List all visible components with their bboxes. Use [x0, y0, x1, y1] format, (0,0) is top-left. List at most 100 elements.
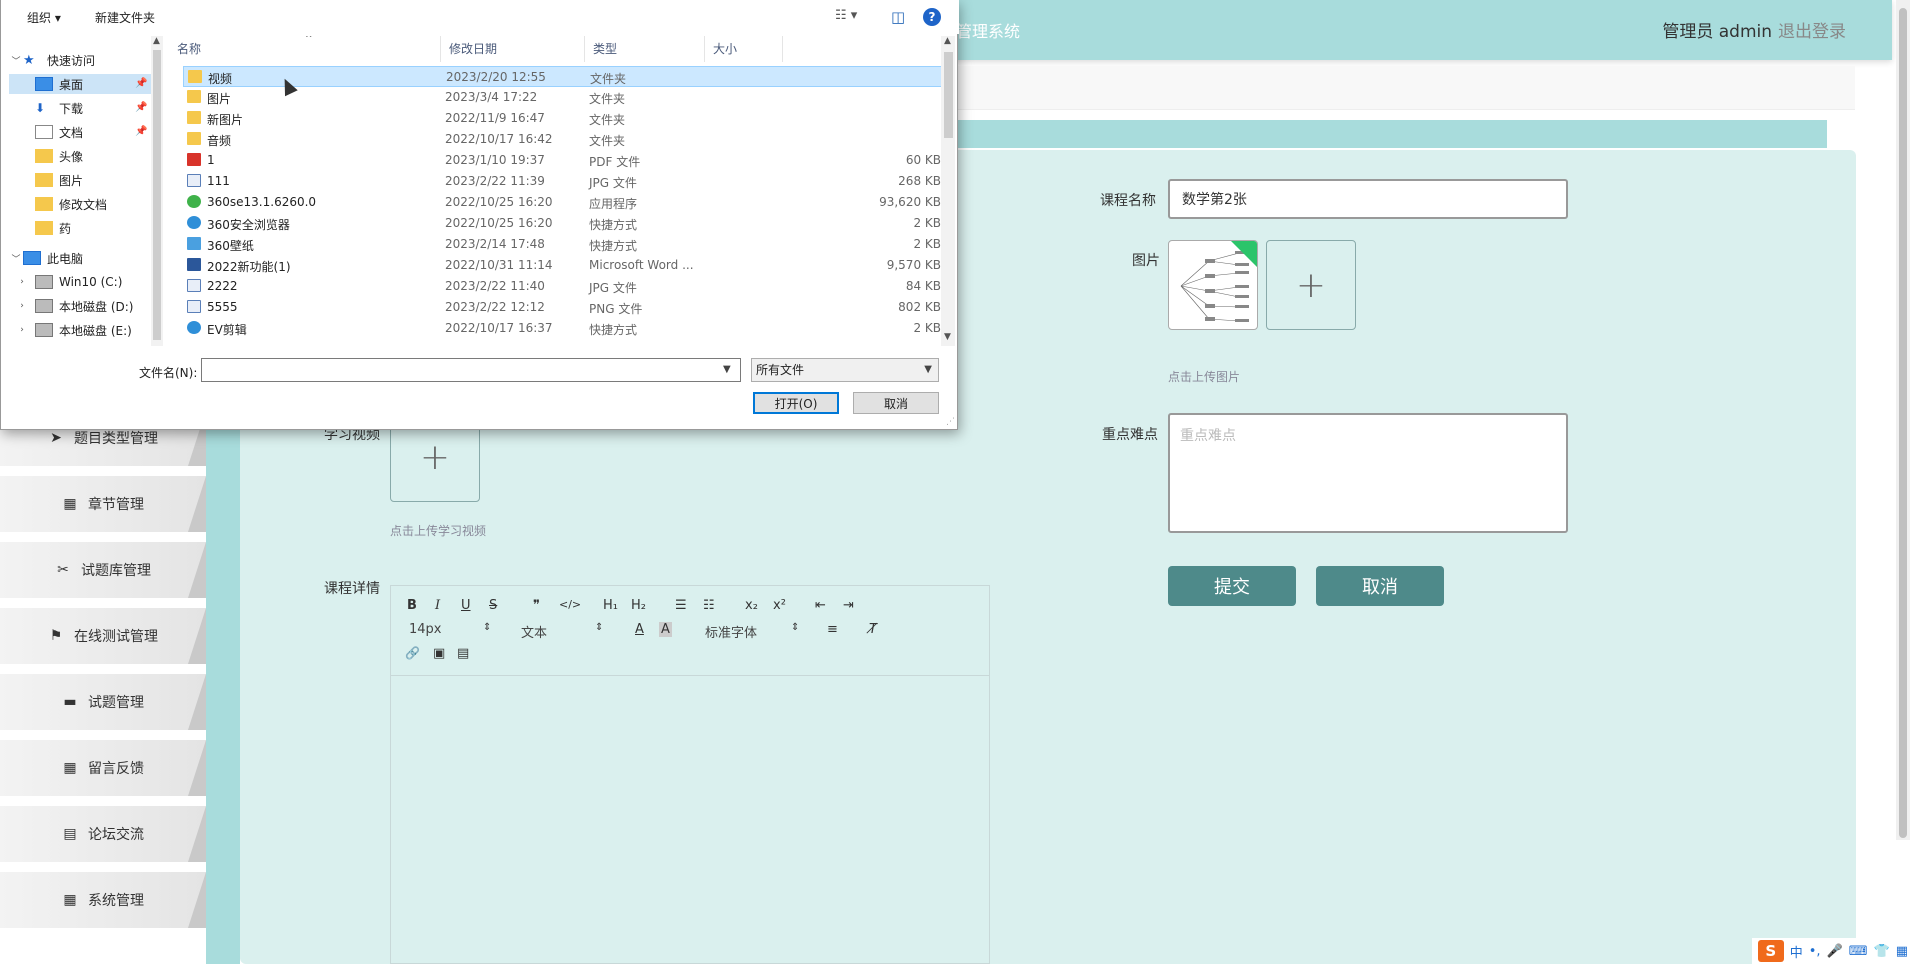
skin-icon[interactable]: 👕 — [1874, 944, 1890, 959]
link-button[interactable]: 🔗 — [405, 646, 420, 660]
keyboard-icon[interactable]: ⌨ — [1849, 944, 1868, 959]
file-row[interactable]: 5555 2023/2/22 12:12 PNG 文件 802 KB — [183, 297, 949, 318]
font-family-select[interactable]: 标准字体 — [705, 622, 757, 641]
blockquote-button[interactable]: ❞ — [533, 598, 540, 613]
bold-button[interactable]: B — [407, 598, 417, 613]
resize-grip-icon[interactable]: ⋰ — [946, 417, 955, 427]
rich-text-editor[interactable]: B I U S ❞ </> H₁ H₂ ☰ ☷ x₂ x² ⇤ ⇥ 14px ⇕… — [390, 585, 990, 964]
column-size[interactable]: 大小 — [705, 36, 783, 62]
chevron-right-icon[interactable]: › — [9, 301, 35, 311]
chevron-down-icon[interactable]: ﹀ — [9, 252, 23, 265]
organize-button[interactable]: 组织 ▾ — [27, 9, 61, 26]
h2-button[interactable]: H₂ — [631, 598, 646, 613]
file-row[interactable]: EV剪辑 2022/10/17 16:37 快捷方式 2 KB — [183, 318, 949, 339]
file-row[interactable]: 360se13.1.6260.0 2022/10/25 16:20 应用程序 93,6… — [183, 192, 949, 213]
navigation-scrollbar[interactable]: ▲ — [151, 36, 163, 346]
background-color-button[interactable]: A — [659, 622, 672, 637]
nav-item[interactable]: › 本地磁盘 (D:) — [9, 296, 151, 316]
scroll-down-icon[interactable]: ▼ — [944, 332, 951, 342]
course-name-input[interactable] — [1168, 179, 1568, 219]
chevron-down-icon[interactable]: ﹀ — [9, 54, 23, 67]
indent-button[interactable]: ⇥ — [843, 598, 854, 613]
nav-item[interactable]: 桌面 — [9, 74, 151, 94]
ime-punctuation-icon[interactable]: •, — [1809, 944, 1821, 959]
preview-pane-icon[interactable]: ◫ — [891, 8, 905, 26]
file-row[interactable]: 360安全浏览器 2022/10/25 16:20 快捷方式 2 KB — [183, 213, 949, 234]
chevron-right-icon[interactable]: › — [9, 325, 35, 335]
file-list-scrollbar-thumb[interactable] — [944, 52, 953, 138]
text-type-select[interactable]: 文本 — [521, 622, 547, 641]
nav-item[interactable]: 文档 — [9, 122, 151, 142]
nav-item[interactable]: › Win10 (C:) — [9, 272, 151, 292]
toolbox-icon[interactable]: ▦ — [1896, 944, 1908, 959]
logout-link[interactable]: 退出登录 — [1778, 17, 1846, 42]
pin-icon[interactable]: 📌 — [135, 78, 147, 89]
nav-item[interactable]: 修改文档 — [9, 194, 151, 214]
open-button[interactable]: 打开(O) — [753, 392, 839, 414]
scroll-up-icon[interactable]: ▲ — [153, 36, 160, 46]
sidebar-item[interactable]: ▦ 系统管理 — [0, 872, 206, 928]
page-scrollbar-thumb[interactable] — [1899, 8, 1907, 838]
file-list-scrollbar[interactable]: ▲ ▼ — [941, 36, 955, 346]
ime-language-toggle[interactable]: 中 — [1790, 942, 1803, 961]
file-name-input[interactable] — [201, 358, 741, 382]
key-points-textarea[interactable] — [1168, 413, 1568, 533]
chevron-right-icon[interactable]: › — [9, 277, 35, 287]
clear-format-button[interactable]: T̸ — [869, 622, 877, 637]
file-row[interactable]: 360壁纸 2023/2/14 17:48 快捷方式 2 KB — [183, 234, 949, 255]
file-row[interactable]: 1 2023/1/10 19:37 PDF 文件 60 KB — [183, 150, 949, 171]
nav-item[interactable]: ﹀ 此电脑 — [9, 248, 151, 268]
italic-button[interactable]: I — [435, 598, 440, 613]
insert-video-button[interactable]: ▤ — [457, 646, 469, 661]
column-type[interactable]: 类型 — [585, 36, 705, 62]
font-size-select[interactable]: 14px — [409, 622, 442, 637]
file-row[interactable]: 111 2023/2/22 11:39 JPG 文件 268 KB — [183, 171, 949, 192]
nav-item[interactable]: ﹀ ★ 快速访问 — [9, 50, 151, 70]
pin-icon[interactable]: 📌 — [135, 102, 147, 113]
code-button[interactable]: </> — [559, 598, 581, 611]
bullet-list-button[interactable]: ☷ — [703, 598, 715, 613]
sidebar-item[interactable]: ⚑ 在线测试管理 — [0, 608, 206, 664]
page-scrollbar[interactable] — [1896, 0, 1910, 840]
scroll-up-icon[interactable]: ▲ — [944, 36, 951, 46]
underline-button[interactable]: U — [461, 598, 471, 613]
nav-item[interactable]: 头像 — [9, 146, 151, 166]
column-date[interactable]: 修改日期 — [441, 36, 585, 62]
sidebar-item[interactable]: ▦ 留言反馈 — [0, 740, 206, 796]
strikethrough-button[interactable]: S — [489, 598, 497, 613]
outdent-button[interactable]: ⇤ — [815, 598, 826, 613]
dialog-cancel-button[interactable]: 取消 — [853, 392, 939, 414]
image-upload-button[interactable]: + — [1266, 240, 1356, 330]
file-row[interactable]: 视频 2023/2/20 12:55 文件夹 — [183, 66, 949, 87]
nav-item[interactable]: 图片 — [9, 170, 151, 190]
new-folder-button[interactable]: 新建文件夹 — [95, 9, 155, 26]
align-button[interactable]: ≡ — [827, 622, 838, 637]
file-row[interactable]: 新图片 2022/11/9 16:47 文件夹 — [183, 108, 949, 129]
superscript-button[interactable]: x² — [773, 598, 786, 613]
sogou-logo-icon[interactable]: S — [1757, 940, 1784, 962]
nav-item[interactable]: 药 — [9, 218, 151, 238]
file-name-dropdown-icon[interactable]: ▼ — [723, 364, 731, 375]
file-type-select[interactable]: 所有文件 ▼ — [751, 358, 939, 382]
cancel-button[interactable]: 取消 — [1316, 566, 1444, 606]
sidebar-item[interactable]: ▬ 试题管理 — [0, 674, 206, 730]
uploaded-image-thumbnail[interactable] — [1168, 240, 1258, 330]
file-row[interactable]: 2022新功能(1) 2022/10/31 11:14 Microsoft Word… — [183, 255, 949, 276]
nav-item[interactable]: › 本地磁盘 (E:) — [9, 320, 151, 340]
subscript-button[interactable]: x₂ — [745, 598, 758, 613]
font-color-button[interactable]: A — [635, 622, 644, 637]
navigation-scrollbar-thumb[interactable] — [153, 50, 161, 340]
view-options-icon[interactable]: ☷ ▾ — [835, 8, 857, 23]
pin-icon[interactable]: 📌 — [135, 126, 147, 137]
file-row[interactable]: 2222 2023/2/22 11:40 JPG 文件 84 KB — [183, 276, 949, 297]
help-icon[interactable]: ? — [923, 8, 941, 26]
ordered-list-button[interactable]: ☰ — [675, 598, 687, 613]
submit-button[interactable]: 提交 — [1168, 566, 1296, 606]
sidebar-item[interactable]: ▤ 论坛交流 — [0, 806, 206, 862]
h1-button[interactable]: H₁ — [603, 598, 618, 613]
microphone-icon[interactable]: 🎤 — [1827, 944, 1843, 959]
sidebar-item[interactable]: ▦ 章节管理 — [0, 476, 206, 532]
sidebar-item[interactable]: ✂ 试题库管理 — [0, 542, 206, 598]
nav-item[interactable]: ⬇ 下载 — [9, 98, 151, 118]
file-row[interactable]: 音频 2022/10/17 16:42 文件夹 — [183, 129, 949, 150]
